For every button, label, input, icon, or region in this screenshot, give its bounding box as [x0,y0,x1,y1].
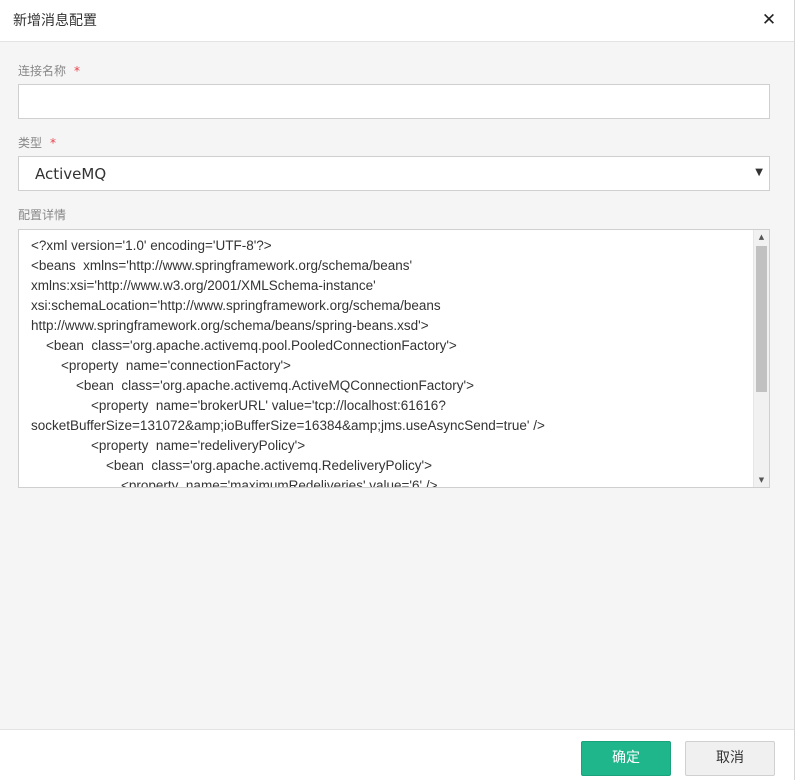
code-line: <bean class='org.apache.activemq.ActiveM… [31,378,474,393]
code-line: <property name='maximumRedeliveries' val… [31,478,438,488]
confirm-button[interactable]: 确定 [581,741,671,776]
scroll-down-arrow-icon[interactable]: ▼ [754,473,769,487]
scroll-up-arrow-icon[interactable]: ▲ [754,230,769,244]
config-detail-label: 配置详情 [18,208,66,222]
code-line: xsi:schemaLocation='http://www.springfra… [31,298,441,313]
add-message-config-dialog: 新增消息配置 ✕ 连接名称 * 类型 * ActiveMQ ▼ 配置详情 <?xml… [0,0,795,780]
required-mark: * [50,136,57,150]
close-icon[interactable]: ✕ [760,11,778,29]
type-label-text: 类型 [18,136,43,150]
connection-name-input[interactable] [18,84,770,119]
chevron-down-icon: ▼ [755,167,763,178]
config-detail-label-text: 配置详情 [18,208,67,222]
connection-name-label-text: 连接名称 [18,64,67,78]
code-line: <property name='redeliveryPolicy'> [31,438,306,453]
scrollbar-thumb[interactable] [756,246,767,392]
textarea-scrollbar[interactable]: ▲ ▼ [753,230,769,487]
type-select-value: ActiveMQ [35,165,107,183]
cancel-button[interactable]: 取消 [685,741,775,776]
code-line: <property name='brokerURL' value='tcp://… [31,398,446,413]
code-line: <bean class='org.apache.activemq.pool.Po… [31,338,457,353]
config-detail-textarea[interactable]: <?xml version='1.0' encoding='UTF-8'?> <b… [18,229,770,488]
code-line: <beans xmlns='http://www.springframework… [31,258,413,273]
code-line: http://www.springframework.org/schema/be… [31,318,429,333]
connection-name-label: 连接名称 * [18,64,80,78]
code-line: xmlns:xsi='http://www.w3.org/2001/XMLSch… [31,278,376,293]
code-line: <?xml version='1.0' encoding='UTF-8'?> [31,238,272,253]
dialog-footer: 确定 取消 [0,729,794,780]
code-line: socketBufferSize=131072&amp;ioBufferSize… [31,418,545,433]
dialog-title: 新增消息配置 [13,13,97,29]
type-select[interactable]: ActiveMQ ▼ [18,156,770,191]
required-mark: * [74,64,81,78]
dialog-header: 新增消息配置 ✕ [0,0,794,42]
code-line: <bean class='org.apache.activemq.Redeliv… [31,458,432,473]
config-detail-content: <?xml version='1.0' encoding='UTF-8'?> <b… [31,236,749,488]
type-label: 类型 * [18,136,56,150]
code-line: <property name='connectionFactory'> [31,358,291,373]
